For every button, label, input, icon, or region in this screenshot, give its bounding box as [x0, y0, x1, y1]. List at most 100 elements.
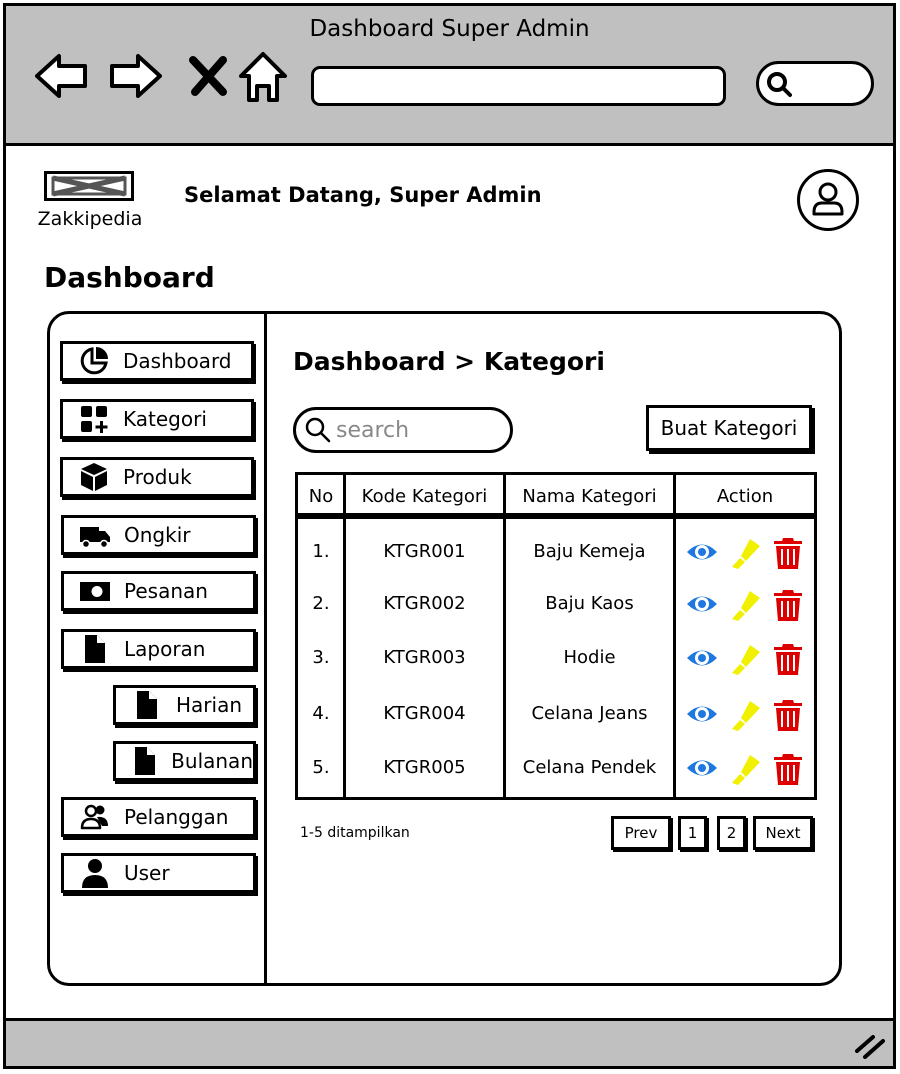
sidebar-item-user[interactable]: User [61, 853, 256, 893]
sidebar-item-label: Dashboard [123, 349, 232, 373]
search-input[interactable] [336, 417, 506, 443]
row-actions [685, 748, 805, 788]
browser-status-bar [6, 1018, 893, 1066]
sidebar-item-produk[interactable]: Produk [60, 457, 254, 497]
browser-search-field[interactable] [756, 61, 874, 106]
row-actions [685, 584, 805, 624]
sidebar-item-label: Pelanggan [124, 805, 229, 829]
highlighter-icon[interactable] [728, 535, 762, 569]
row-actions [685, 638, 805, 678]
eye-icon[interactable] [685, 697, 719, 731]
sidebar-item-label: Kategori [123, 407, 207, 431]
row-actions [685, 694, 805, 734]
results-summary: 1-5 ditampilkan [300, 825, 410, 841]
sidebar-item-label: Harian [176, 693, 243, 717]
address-bar[interactable] [311, 66, 726, 106]
column-header-no: No [308, 486, 334, 507]
prev-page-button[interactable]: Prev [611, 816, 671, 850]
sidebar-subitem-harian[interactable]: Harian [113, 685, 256, 725]
cell-name: Baju Kaos [545, 593, 634, 614]
highlighter-icon[interactable] [728, 697, 762, 731]
sidebar-item-label: Pesanan [124, 579, 208, 603]
column-divider [503, 475, 506, 797]
next-page-button[interactable]: Next [753, 816, 813, 850]
trash-icon[interactable] [771, 697, 805, 731]
box-icon [75, 461, 113, 493]
sidebar-item-ongkir[interactable]: Ongkir [61, 515, 256, 555]
cell-code: KTGR003 [383, 647, 466, 668]
row-actions [685, 532, 805, 572]
sidebar-item-label: Bulanan [171, 749, 253, 773]
column-header-name: Nama Kategori [522, 486, 657, 507]
cell-name: Baju Kemeja [533, 541, 646, 562]
page-title: Dashboard [44, 261, 215, 294]
close-icon[interactable] [179, 46, 239, 106]
cell-no: 4. [312, 703, 330, 724]
pie-chart-icon [75, 345, 113, 377]
search-icon [767, 72, 792, 97]
file-icon [128, 689, 166, 721]
user-avatar[interactable] [797, 169, 859, 231]
cell-code: KTGR002 [383, 593, 466, 614]
sidebar-item-label: Produk [123, 465, 192, 489]
column-divider [343, 475, 346, 797]
trash-icon[interactable] [771, 535, 805, 569]
highlighter-icon[interactable] [728, 587, 762, 621]
resize-grip-icon[interactable] [853, 1029, 887, 1059]
breadcrumb: Dashboard > Kategori [293, 347, 605, 376]
trash-icon[interactable] [771, 641, 805, 675]
cell-code: KTGR004 [383, 703, 466, 724]
sidebar-item-pelanggan[interactable]: Pelanggan [61, 797, 256, 837]
users-icon [76, 801, 114, 833]
sidebar-item-dashboard[interactable]: Dashboard [60, 341, 254, 381]
sidebar-subitem-bulanan[interactable]: Bulanan [113, 741, 256, 781]
search-field[interactable] [293, 407, 513, 453]
sidebar-item-label: Ongkir [124, 523, 191, 547]
cell-no: 5. [312, 757, 330, 778]
user-icon [76, 857, 114, 889]
cell-name: Celana Pendek [522, 757, 657, 778]
column-header-action: Action [716, 486, 774, 507]
trash-icon[interactable] [771, 587, 805, 621]
cell-no: 3. [312, 647, 330, 668]
grid-add-icon [75, 403, 113, 435]
window-title: Dashboard Super Admin [309, 16, 590, 42]
sidebar-item-laporan[interactable]: Laporan [61, 629, 256, 669]
content-panel: Dashboard Kategori Produk Ongkir Pesanan… [47, 311, 842, 986]
cell-name: Celana Jeans [531, 703, 648, 724]
eye-icon[interactable] [685, 535, 719, 569]
cell-no: 1. [312, 541, 330, 562]
cell-no: 2. [312, 593, 330, 614]
sidebar-item-pesanan[interactable]: Pesanan [61, 571, 256, 611]
search-icon [305, 417, 331, 443]
sidebar-item-label: Laporan [124, 637, 206, 661]
browser-window: Dashboard Super Admin Zakkipedia Selamat… [3, 3, 896, 1069]
file-icon [128, 745, 161, 777]
highlighter-icon[interactable] [728, 641, 762, 675]
highlighter-icon[interactable] [728, 751, 762, 785]
welcome-message: Selamat Datang, Super Admin [184, 183, 542, 207]
eye-icon[interactable] [685, 587, 719, 621]
column-header-code: Kode Kategori [361, 486, 488, 507]
eye-icon[interactable] [685, 641, 719, 675]
eye-icon[interactable] [685, 751, 719, 785]
column-divider [673, 475, 676, 797]
cell-name: Hodie [563, 647, 616, 668]
home-icon[interactable] [233, 46, 293, 106]
cell-code: KTGR005 [383, 757, 466, 778]
sidebar-divider [264, 314, 267, 983]
page-1-button[interactable]: 1 [678, 816, 707, 850]
forward-arrow-icon[interactable] [106, 46, 166, 106]
logo-placeholder [44, 171, 134, 201]
truck-icon [76, 519, 114, 551]
money-icon [76, 575, 114, 607]
back-arrow-icon[interactable] [31, 46, 91, 106]
file-icon [76, 633, 114, 665]
sidebar-item-label: User [124, 861, 170, 885]
brand-name: Zakkipedia [37, 208, 143, 230]
page-2-button[interactable]: 2 [717, 816, 746, 850]
cell-code: KTGR001 [383, 541, 466, 562]
create-category-button[interactable]: Buat Kategori [646, 405, 812, 451]
sidebar-item-kategori[interactable]: Kategori [60, 399, 254, 439]
trash-icon[interactable] [771, 751, 805, 785]
